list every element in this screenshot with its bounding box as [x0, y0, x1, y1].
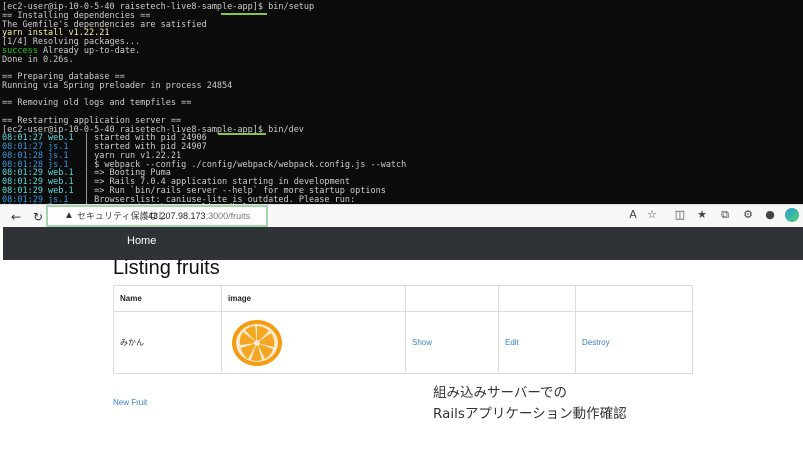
new-fruit-link[interactable]: New Fruit — [113, 398, 147, 407]
annotation-text: 組み込みサーバーでの Railsアプリケーション動作確認 — [433, 383, 627, 425]
terminal-line: Done in 0.26s. — [2, 54, 803, 65]
annotation-line-2: Railsアプリケーション動作確認 — [433, 406, 627, 422]
column-header-name: Name — [113, 285, 222, 312]
url-path: :3000/fruits — [205, 211, 251, 221]
column-header-image: image — [221, 285, 406, 312]
profile-icon[interactable]: ● — [763, 208, 777, 222]
back-icon[interactable]: ← — [8, 209, 24, 225]
show-link-label[interactable]: Show — [412, 338, 432, 347]
collections-icon[interactable]: ⧉ — [718, 208, 732, 222]
fruit-name: みかん — [113, 311, 222, 374]
address-separator: | — [140, 211, 143, 221]
address-bar[interactable]: ▲ セキュリティ保護なし | 43.207.98.173:3000/fruits — [46, 205, 268, 227]
copilot-icon[interactable] — [785, 208, 799, 222]
column-header-empty — [498, 285, 576, 312]
favorites-icon[interactable]: ★ — [695, 208, 709, 222]
split-screen-icon[interactable]: ◫ — [673, 208, 687, 222]
reload-icon[interactable]: ↻ — [30, 209, 46, 225]
page-title: Listing fruits — [113, 257, 220, 279]
column-header-empty — [575, 285, 693, 312]
fruits-table: Name image みかん Show Edit Destroy — [113, 285, 693, 374]
terminal-line: The Gemfile's dependencies are satisfied — [2, 20, 803, 30]
terminal-text: Done in 0.26s. — [2, 54, 74, 65]
terminal-line: == Removing old logs and tempfiles == — [2, 99, 803, 108]
url-text: 43.207.98.173:3000/fruits — [148, 207, 250, 225]
fruit-image-cell — [221, 311, 406, 374]
app-navbar: Home — [3, 227, 803, 260]
edit-link[interactable]: Edit — [498, 311, 576, 374]
destroy-link-label[interactable]: Destroy — [582, 338, 610, 347]
annotation-line-1: 組み込みサーバーでの — [433, 385, 568, 401]
destroy-link[interactable]: Destroy — [575, 311, 693, 374]
table-header-row: Name image — [113, 285, 693, 312]
highlight-underline-setup — [221, 13, 267, 15]
terminal-window: [ec2-user@ip-10-0-5-40 raisetech-live8-s… — [0, 0, 803, 210]
show-link[interactable]: Show — [405, 311, 499, 374]
url-host: 43.207.98.173 — [148, 211, 206, 221]
warning-icon: ▲ — [64, 210, 74, 221]
highlight-underline-dev — [218, 133, 266, 135]
column-header-empty — [405, 285, 499, 312]
edit-link-label[interactable]: Edit — [505, 338, 519, 347]
terminal-text: == Removing old logs and tempfiles == — [2, 98, 192, 109]
table-row: みかん Show Edit Destroy — [113, 311, 693, 374]
terminal-line: Running via Spring preloader in process … — [2, 80, 803, 91]
orange-slice-icon — [232, 319, 282, 366]
extensions-icon[interactable]: ⚙ — [741, 208, 755, 222]
terminal-line: success Already up-to-date. — [2, 46, 803, 56]
favorite-star-icon[interactable]: ☆ — [645, 208, 659, 222]
read-aloud-icon[interactable]: A — [626, 208, 640, 222]
terminal-output: [ec2-user@ip-10-0-5-40 raisetech-live8-s… — [2, 3, 803, 210]
terminal-text: Running via Spring preloader in process … — [2, 80, 233, 91]
nav-home-link[interactable]: Home — [127, 235, 156, 247]
